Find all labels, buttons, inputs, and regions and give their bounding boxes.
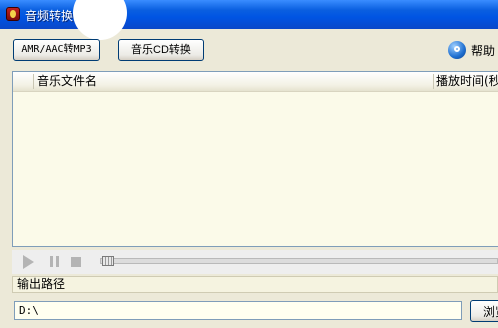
music-file-list[interactable]: 音乐文件名 播放时间(秒 bbox=[12, 71, 498, 247]
play-icon[interactable] bbox=[23, 255, 34, 269]
list-header: 音乐文件名 播放时间(秒 bbox=[13, 72, 498, 92]
help-button[interactable]: 帮助 bbox=[448, 39, 495, 61]
pause-icon[interactable] bbox=[48, 255, 62, 269]
column-duration[interactable]: 播放时间(秒 bbox=[436, 72, 498, 91]
output-path-input[interactable] bbox=[14, 301, 462, 320]
amr-aac-to-mp3-button[interactable]: AMR/AAC转MP3 bbox=[13, 39, 100, 61]
browse-button[interactable]: 浏览 bbox=[470, 300, 498, 322]
list-body[interactable] bbox=[13, 92, 498, 246]
column-filename[interactable]: 音乐文件名 bbox=[37, 72, 97, 91]
help-label: 帮助 bbox=[471, 43, 496, 58]
help-icon bbox=[448, 41, 466, 59]
stop-icon[interactable] bbox=[70, 255, 84, 269]
title-overlay bbox=[73, 0, 127, 40]
app-icon bbox=[6, 7, 20, 21]
music-cd-convert-button[interactable]: 音乐CD转换 bbox=[118, 39, 204, 61]
title-bar[interactable]: 音频转换 bbox=[0, 0, 498, 40]
player-controls bbox=[12, 250, 498, 274]
seek-slider-track[interactable] bbox=[100, 258, 498, 264]
seek-slider-thumb[interactable] bbox=[102, 256, 114, 266]
output-path-label: 输出路径 bbox=[12, 276, 498, 293]
window-title: 音频转换 bbox=[25, 9, 74, 23]
header-divider bbox=[33, 74, 34, 89]
header-divider bbox=[433, 74, 434, 89]
